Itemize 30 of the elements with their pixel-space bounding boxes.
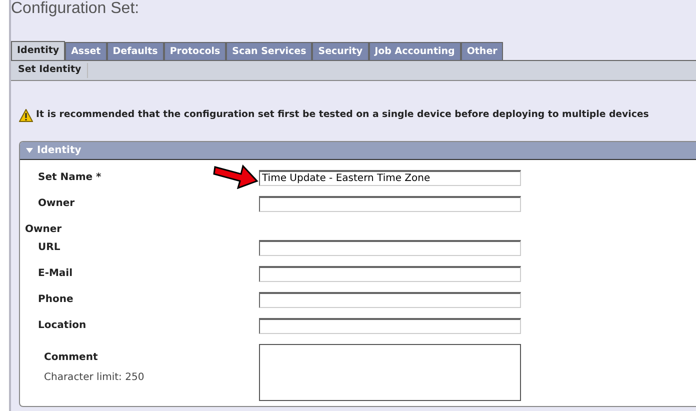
text-field[interactable] — [259, 292, 521, 308]
text-field[interactable] — [259, 240, 521, 256]
panel-title: Identity — [37, 144, 82, 158]
comment-field[interactable] — [259, 344, 521, 401]
page-title: Configuration Set: — [11, 0, 140, 19]
field-label: Owner — [38, 198, 75, 209]
text-field[interactable]: Time Update - Eastern Time Zone — [259, 170, 521, 186]
tab[interactable]: Job Accounting — [368, 42, 461, 60]
warning-text: It is recommended that the configuration set first be tested on a single device before deploying to multiple devices — [36, 108, 649, 122]
subnav-link[interactable]: Set Identity — [18, 63, 88, 78]
warning-icon — [19, 109, 33, 122]
text-field[interactable] — [259, 196, 521, 212]
field-label: Comment — [44, 351, 99, 365]
section-label: Owner — [24, 223, 63, 237]
tab[interactable]: Identity — [11, 41, 66, 60]
field-label: E-Mail — [38, 268, 73, 279]
tab[interactable]: Other — [460, 42, 504, 60]
character-limit-note: Character limit: 250 — [44, 371, 146, 385]
tab[interactable]: Security — [312, 42, 369, 60]
text-field[interactable] — [259, 266, 521, 282]
tab[interactable]: Scan Services — [226, 42, 312, 60]
field-label: Phone — [38, 294, 74, 305]
tab[interactable]: Protocols — [164, 42, 226, 60]
tab[interactable]: Asset — [65, 42, 107, 60]
field-label: URL — [38, 242, 60, 253]
tab[interactable]: Defaults — [106, 42, 164, 60]
field-label: Set Name * — [38, 172, 102, 183]
panel-header[interactable]: Identity — [20, 142, 696, 160]
text-field[interactable] — [259, 318, 521, 334]
field-label: Location — [38, 320, 86, 331]
